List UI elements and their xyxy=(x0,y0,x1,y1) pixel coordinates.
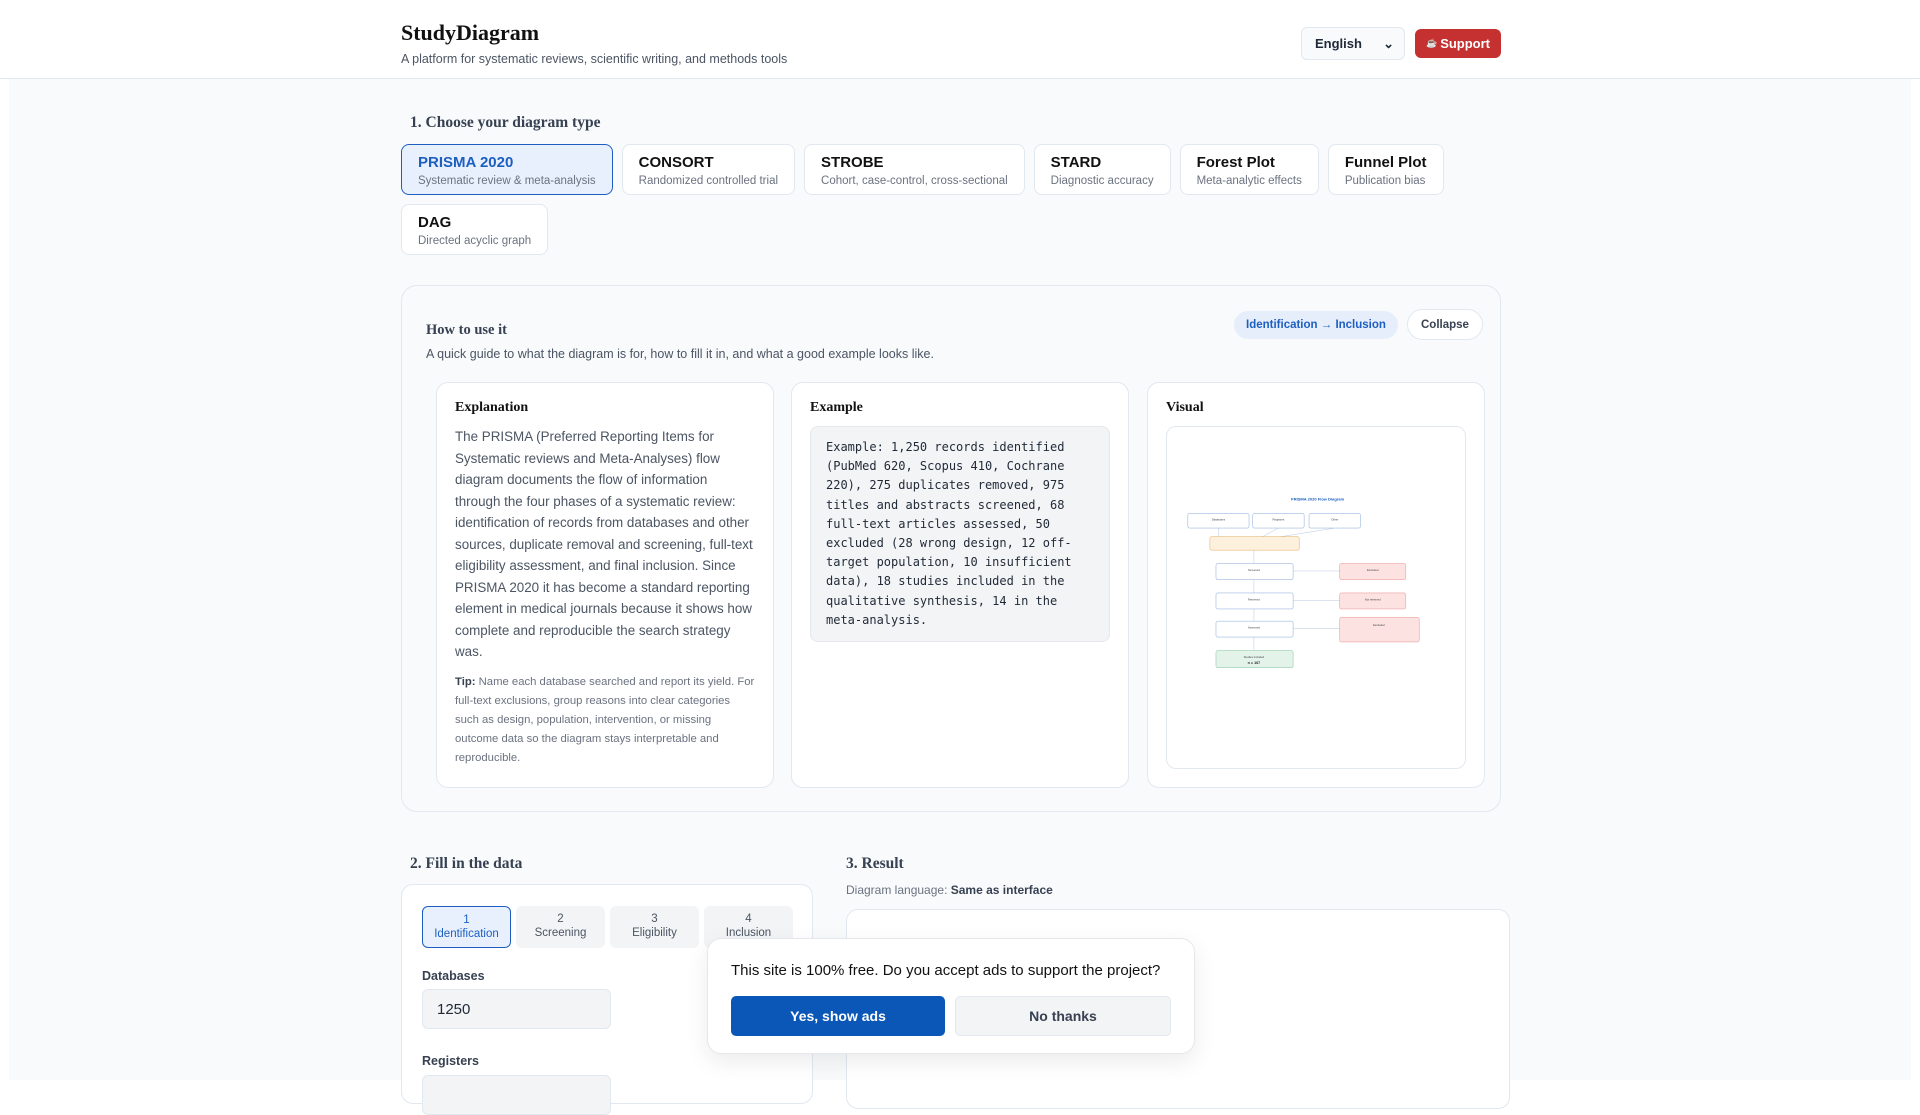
coffee-icon: ☕ xyxy=(1425,38,1438,48)
explanation-card: Explanation The PRISMA (Preferred Report… xyxy=(436,382,774,788)
visual-title: Visual xyxy=(1166,400,1204,415)
decline-ads-button[interactable]: No thanks xyxy=(955,996,1171,1036)
diagram-language-label: Diagram language: xyxy=(846,883,948,897)
type-desc: Meta-analytic effects xyxy=(1196,175,1302,187)
guide-title: How to use it xyxy=(426,322,507,338)
type-name: Forest Plot xyxy=(1196,154,1275,171)
tab-identification[interactable]: 1 Identification xyxy=(422,906,511,948)
step-label: Screening xyxy=(534,927,587,939)
collapse-button[interactable]: Collapse xyxy=(1407,309,1483,340)
type-card-dag[interactable]: DAG Directed acyclic graph xyxy=(401,204,549,255)
type-card-stard[interactable]: STARD Diagnostic accuracy xyxy=(1033,144,1171,195)
type-card-consort[interactable]: CONSORT Randomized controlled trial xyxy=(621,144,796,195)
site-title[interactable]: StudyDiagram xyxy=(401,20,787,46)
type-desc: Diagnostic accuracy xyxy=(1050,175,1154,187)
visual-card: Visual PRISMA 2020 Flow Diagram Database… xyxy=(1147,382,1485,788)
type-card-funnel[interactable]: Funnel Plot Publication bias xyxy=(1327,144,1444,195)
databases-label: Databases xyxy=(422,969,485,983)
type-desc: Cohort, case-control, cross-sectional xyxy=(821,175,1008,187)
section-title-choose: 1. Choose your diagram type xyxy=(410,114,601,131)
box-not-retrieved: Not retrieved xyxy=(1365,597,1381,601)
type-name: Funnel Plot xyxy=(1344,154,1427,171)
example-card: Example Example: 1,250 records identifie… xyxy=(791,382,1129,788)
box-other: Other xyxy=(1331,518,1338,522)
box-retrieved: Retrieved xyxy=(1248,597,1260,601)
type-desc: Systematic review & meta-analysis xyxy=(418,175,596,187)
type-card-forest[interactable]: Forest Plot Meta-analytic effects xyxy=(1179,144,1319,195)
language-select[interactable]: English ⌄ xyxy=(1301,27,1405,60)
prisma-preview: PRISMA 2020 Flow Diagram Databases Regis… xyxy=(1166,426,1466,769)
box-included: Studies included xyxy=(1244,655,1265,659)
type-name: STARD xyxy=(1050,154,1102,171)
accept-ads-button[interactable]: Yes, show ads xyxy=(731,996,945,1036)
consent-question: This site is 100% free. Do you accept ad… xyxy=(731,962,1161,979)
type-desc: Publication bias xyxy=(1344,175,1426,187)
type-name: STROBE xyxy=(821,154,884,171)
step-num: 2 xyxy=(557,913,564,925)
support-label: Support xyxy=(1440,36,1491,51)
type-name: CONSORT xyxy=(638,154,714,171)
tab-eligibility[interactable]: 3 Eligibility xyxy=(610,906,699,948)
type-name: DAG xyxy=(418,214,452,231)
tip-text: Tip: Name each database searched and rep… xyxy=(455,673,755,768)
site-subtitle: A platform for systematic reviews, scien… xyxy=(401,52,788,66)
box-registers: Registers xyxy=(1273,518,1285,522)
blue-boxes xyxy=(1187,513,1361,638)
section-title-result: 3. Result xyxy=(846,855,904,872)
diagram-language-value[interactable]: Same as interface xyxy=(951,883,1053,897)
red-boxes xyxy=(1339,563,1420,643)
example-title: Example xyxy=(810,400,863,415)
guide-description: A quick guide to what the diagram is for… xyxy=(426,347,934,361)
type-card-prisma[interactable]: PRISMA 2020 Systematic review & meta-anal… xyxy=(401,144,613,195)
ads-consent-dialog: This site is 100% free. Do you accept ad… xyxy=(707,938,1195,1054)
explanation-text: The PRISMA (Preferred Reporting Items fo… xyxy=(455,429,753,659)
step-num: 1 xyxy=(463,914,470,926)
how-to-panel: How to use it A quick guide to what the … xyxy=(401,285,1501,812)
section-title-fill: 2. Fill in the data xyxy=(410,855,523,872)
databases-input[interactable]: 1250 xyxy=(422,989,611,1029)
prisma-diagram: PRISMA 2020 Flow Diagram Databases Regis… xyxy=(1187,497,1420,668)
box-assessed: Assessed xyxy=(1248,626,1261,630)
diagram-language: Diagram language: Same as interface xyxy=(846,883,1053,897)
step-num: 3 xyxy=(651,913,658,925)
tab-screening[interactable]: 2 Screening xyxy=(516,906,605,948)
step-label: Eligibility xyxy=(632,927,677,939)
type-name: PRISMA 2020 xyxy=(418,154,514,171)
step-label: Identification xyxy=(434,928,499,940)
phase-badge: Identification → Inclusion xyxy=(1234,311,1398,339)
diagram-type-list: PRISMA 2020 Systematic review & meta-anal… xyxy=(401,144,1501,255)
example-text: Example: 1,250 records identified (PubMe… xyxy=(810,426,1110,643)
type-card-strobe[interactable]: STROBE Cohort, case-control, cross-sectio… xyxy=(804,144,1025,195)
included-box xyxy=(1215,650,1294,668)
tip-label: Tip: xyxy=(455,675,476,688)
explanation-title: Explanation xyxy=(455,400,529,415)
included-count: n = 107 xyxy=(1248,661,1261,665)
type-desc: Randomized controlled trial xyxy=(638,175,779,187)
language-value: English xyxy=(1315,36,1362,51)
diagram-title: PRISMA 2020 Flow Diagram xyxy=(1291,497,1345,502)
box-databases: Databases xyxy=(1212,518,1226,522)
registers-label: Registers xyxy=(422,1054,479,1068)
support-button[interactable]: ☕ Support xyxy=(1415,29,1501,58)
duplicates-box xyxy=(1209,536,1300,551)
tip-body: Name each database searched and report i… xyxy=(455,675,755,764)
chevron-down-icon: ⌄ xyxy=(1383,35,1394,51)
box-excluded: Excluded xyxy=(1367,568,1379,572)
box-fulltext-excluded: Excluded xyxy=(1373,623,1385,627)
type-desc: Directed acyclic graph xyxy=(418,235,532,247)
header: StudyDiagram A platform for systematic r… xyxy=(0,0,1920,79)
box-screened: Screened xyxy=(1248,568,1260,572)
step-num: 4 xyxy=(745,913,752,925)
registers-input[interactable] xyxy=(422,1075,611,1115)
